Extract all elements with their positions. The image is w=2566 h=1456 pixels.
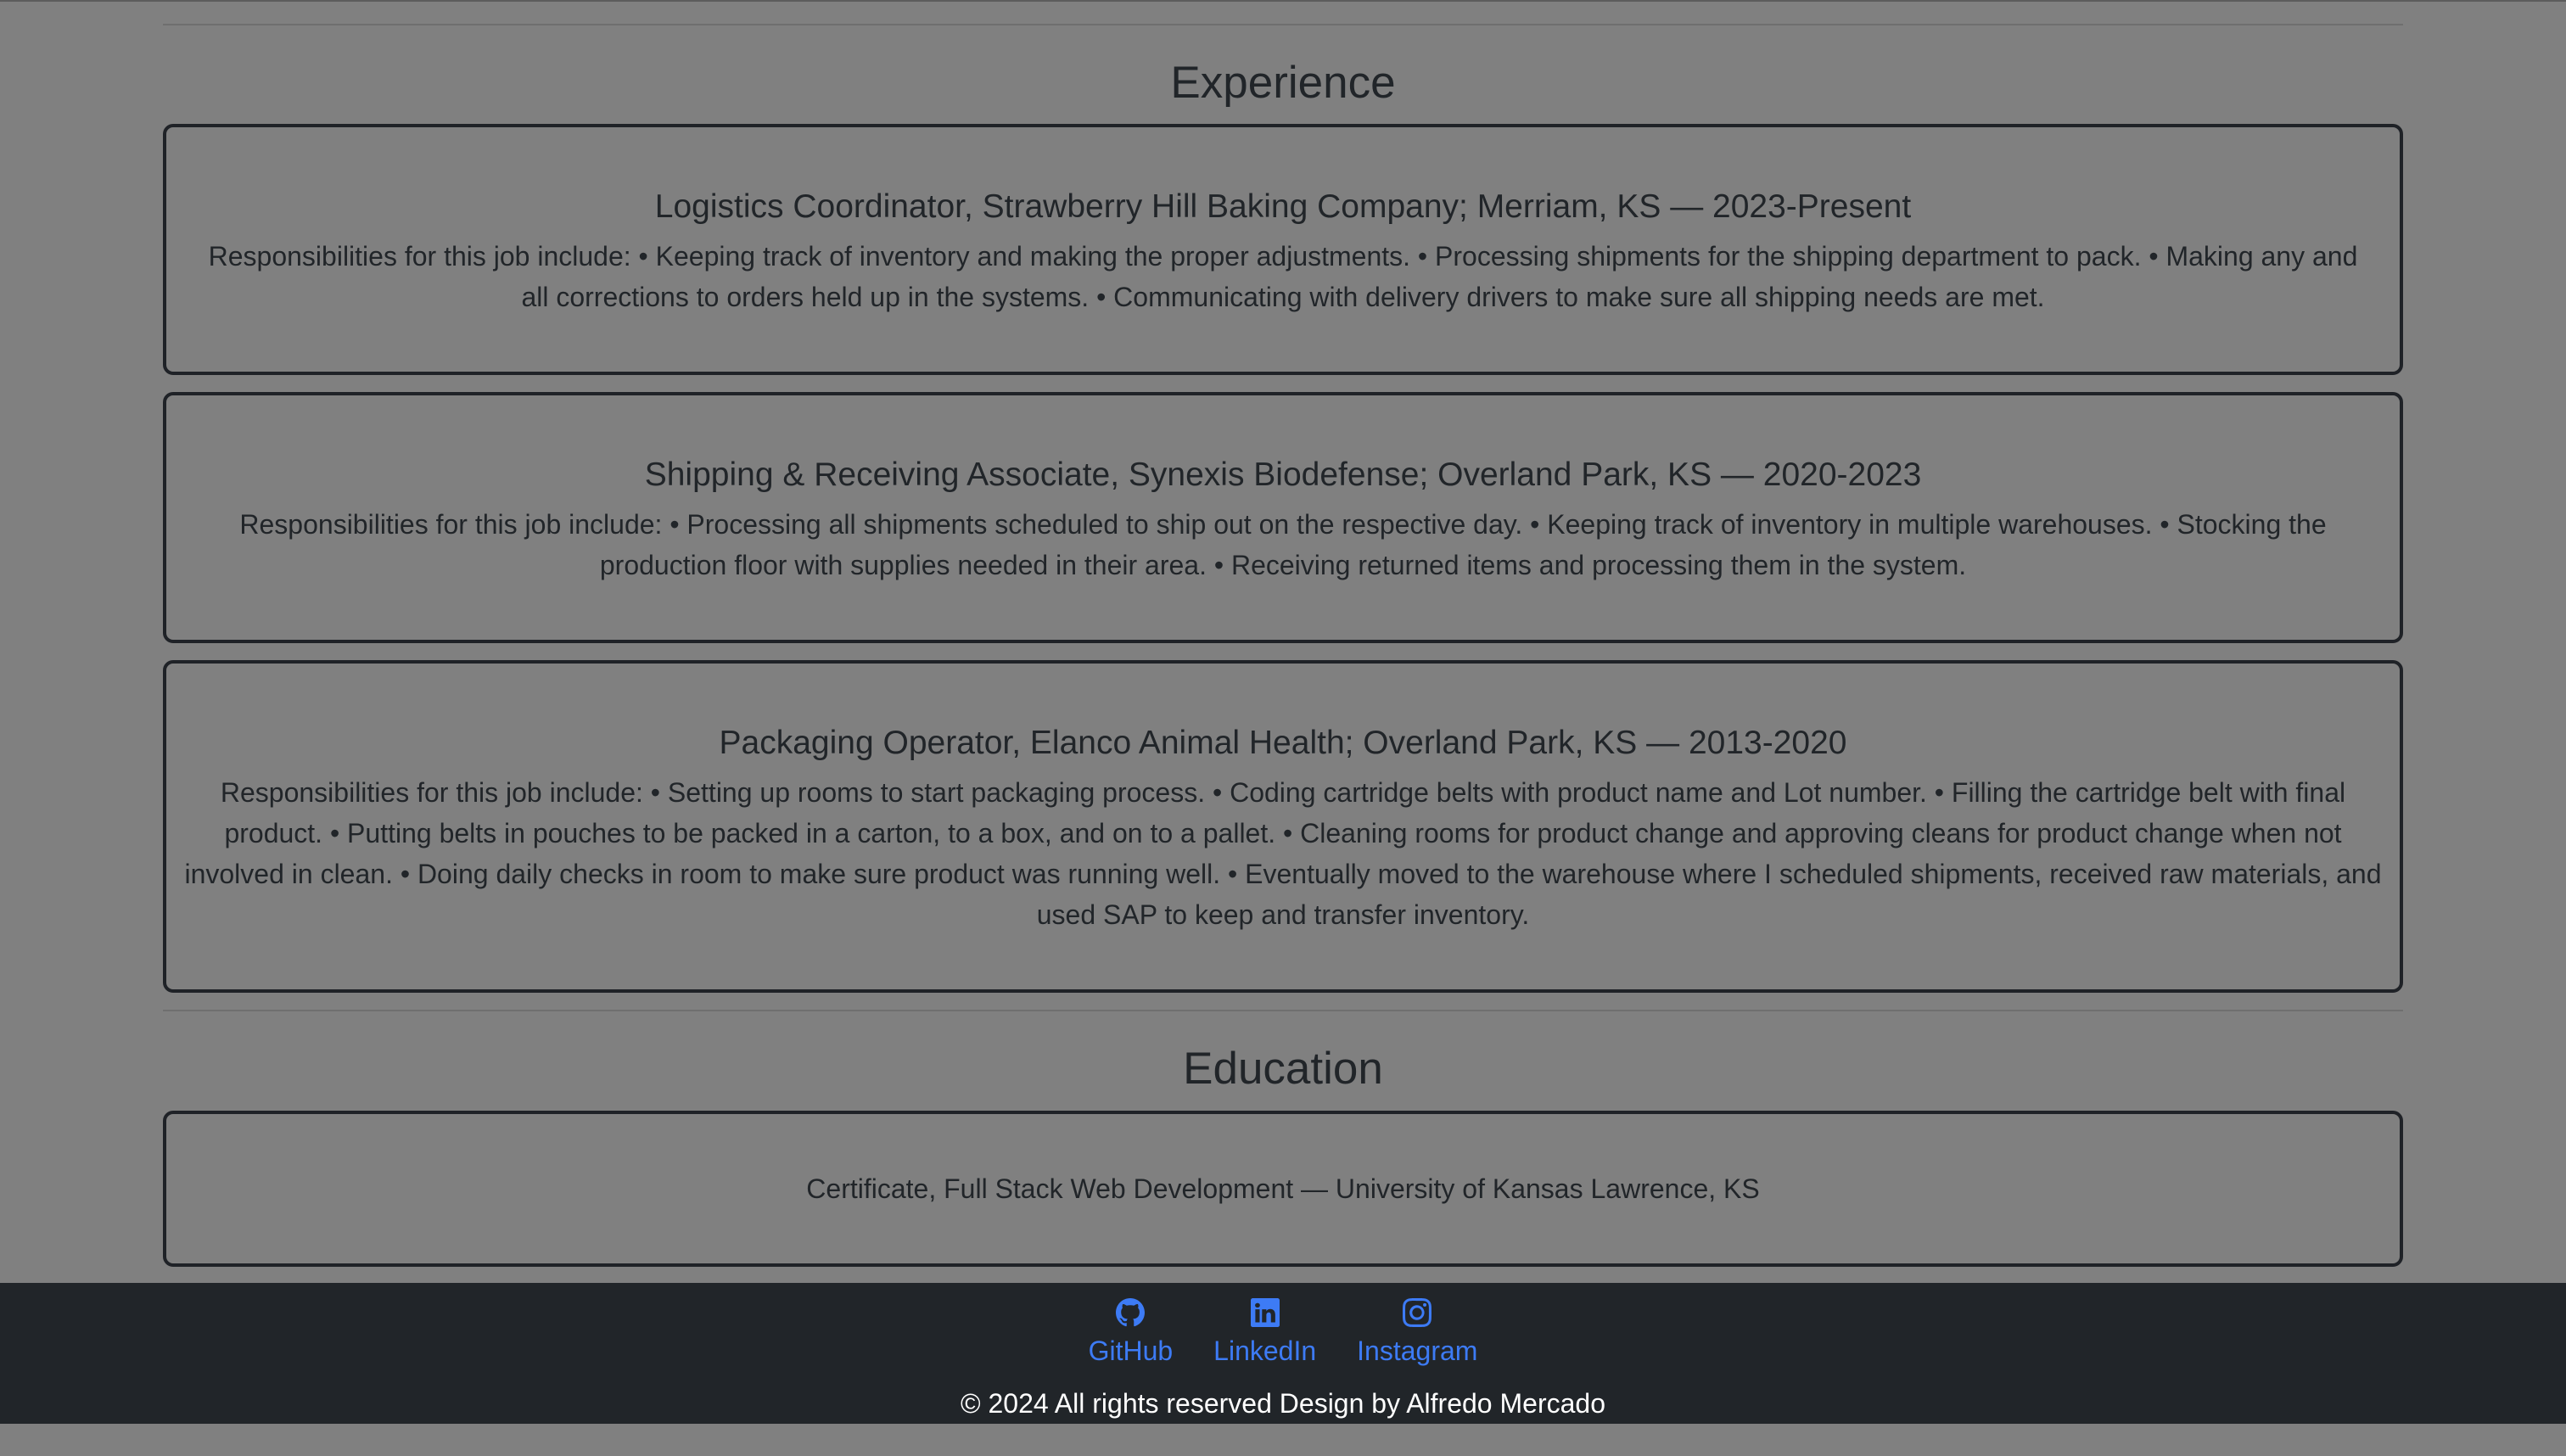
job-title: Shipping & Receiving Associate, Synexis … xyxy=(644,456,1922,493)
job-title: Packaging Operator, Elanco Animal Health… xyxy=(719,725,1847,761)
job-description: Responsibilities for this job include: •… xyxy=(208,241,2358,312)
section-divider xyxy=(163,24,2403,25)
linkedin-link[interactable]: LinkedIn xyxy=(1213,1298,1316,1368)
instagram-label: Instagram xyxy=(1357,1336,1478,1366)
github-icon xyxy=(1116,1298,1146,1327)
education-heading: Education xyxy=(1183,1044,1383,1094)
linkedin-label: LinkedIn xyxy=(1213,1336,1317,1366)
social-links: GitHub LinkedIn Instagram xyxy=(0,1298,2566,1368)
education-card: Certificate, Full Stack Web Development … xyxy=(163,1111,2403,1267)
education-entry: Certificate, Full Stack Web Development … xyxy=(806,1173,1760,1204)
instagram-icon xyxy=(1403,1298,1432,1327)
bottom-strip xyxy=(0,1424,2566,1456)
job-description: Responsibilities for this job include: •… xyxy=(239,509,2327,580)
linkedin-icon xyxy=(1250,1298,1280,1327)
job-card-logistics: Logistics Coordinator, Strawberry Hill B… xyxy=(163,124,2403,375)
job-description: Responsibilities for this job include: •… xyxy=(184,777,2382,930)
job-card-packaging: Packaging Operator, Elanco Animal Health… xyxy=(163,660,2403,993)
main-content: Experience Logistics Coordinator, Strawb… xyxy=(0,0,2566,1283)
instagram-link[interactable]: Instagram xyxy=(1357,1298,1477,1368)
github-label: GitHub xyxy=(1088,1336,1174,1366)
experience-heading: Experience xyxy=(1170,58,1396,108)
job-title: Logistics Coordinator, Strawberry Hill B… xyxy=(654,188,1912,225)
job-card-shipping: Shipping & Receiving Associate, Synexis … xyxy=(163,392,2403,643)
copyright-text: © 2024 All rights reserved Design by Alf… xyxy=(961,1388,1605,1419)
footer: GitHub LinkedIn Instagram © 2024 All rig… xyxy=(0,1283,2566,1424)
github-link[interactable]: GitHub xyxy=(1088,1298,1174,1368)
section-divider xyxy=(163,1010,2403,1011)
